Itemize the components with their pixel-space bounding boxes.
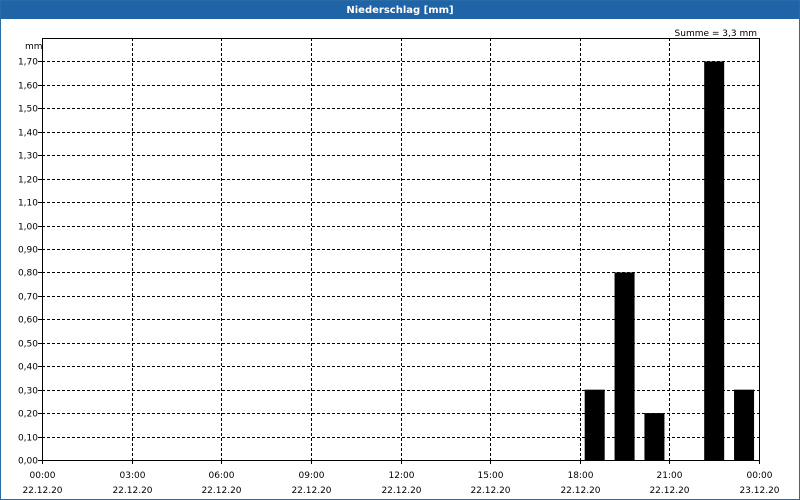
y-tick-label: 0,30 (18, 387, 38, 397)
bar (734, 389, 755, 460)
x-tick-label-time: 12:00 (389, 471, 415, 481)
y-tick-label: 0,10 (18, 434, 38, 444)
bar (614, 272, 635, 460)
x-tick-label-time: 03:00 (120, 471, 146, 481)
x-tick-label-time: 21:00 (657, 471, 683, 481)
x-tick-label-time: 09:00 (299, 471, 325, 481)
chart-title: Niederschlag [mm] (1, 1, 799, 19)
grid (42, 38, 759, 460)
axes (38, 38, 760, 464)
y-tick-label: 1,00 (18, 223, 38, 233)
x-tick-label-date: 22.12.20 (291, 486, 331, 496)
y-axis-label: mm (25, 42, 43, 52)
y-tick-label: 1,70 (18, 58, 38, 68)
y-tick-label: 0,90 (18, 246, 38, 256)
y-tick-label: 1,50 (18, 105, 38, 115)
x-tick-label-time: 00:00 (30, 471, 56, 481)
x-tick-label-time: 18:00 (568, 471, 594, 481)
x-tick-label-date: 22.12.20 (560, 486, 600, 496)
x-tick-label-time: 15:00 (478, 471, 504, 481)
y-tick-label: 0,70 (18, 293, 38, 303)
bar (644, 413, 665, 460)
bar (704, 61, 725, 460)
x-tick-label-date: 22.12.20 (22, 486, 62, 496)
y-tick-label: 0,50 (18, 340, 38, 350)
y-tick-label: 0,20 (18, 410, 38, 420)
x-tick-label-time: 00:00 (747, 471, 773, 481)
x-tick-label-date: 22.12.20 (112, 486, 152, 496)
x-tick-label-date: 22.12.20 (649, 486, 689, 496)
y-tick-label: 1,40 (18, 129, 38, 139)
x-tick-label-date: 22.12.20 (201, 486, 241, 496)
x-tick-label-date: 23.12.20 (739, 486, 779, 496)
y-tick-label: 1,30 (18, 152, 38, 162)
y-tick-label: 0,40 (18, 363, 38, 373)
y-tick-label: 0,00 (18, 457, 38, 467)
y-tick-label: 1,10 (18, 199, 38, 209)
x-tick-label-date: 22.12.20 (381, 486, 421, 496)
x-tick-label-date: 22.12.20 (470, 486, 510, 496)
bar (584, 389, 605, 460)
y-tick-label: 0,80 (18, 269, 38, 279)
precipitation-chart: 0,00 0,10 0,20 0,30 0,40 0,50 0,60 0,70 0,80 0,90… (18, 29, 780, 496)
sum-annotation: Summe = 3,3 mm (675, 29, 757, 39)
y-tick-label: 0,60 (18, 316, 38, 326)
y-tick-label: 1,60 (18, 82, 38, 92)
x-tick-label-time: 06:00 (209, 471, 235, 481)
y-tick-label: 1,20 (18, 176, 38, 186)
chart-window: 0,00 0,10 0,20 0,30 0,40 0,50 0,60 0,70 0,80 0,90… (0, 0, 800, 500)
